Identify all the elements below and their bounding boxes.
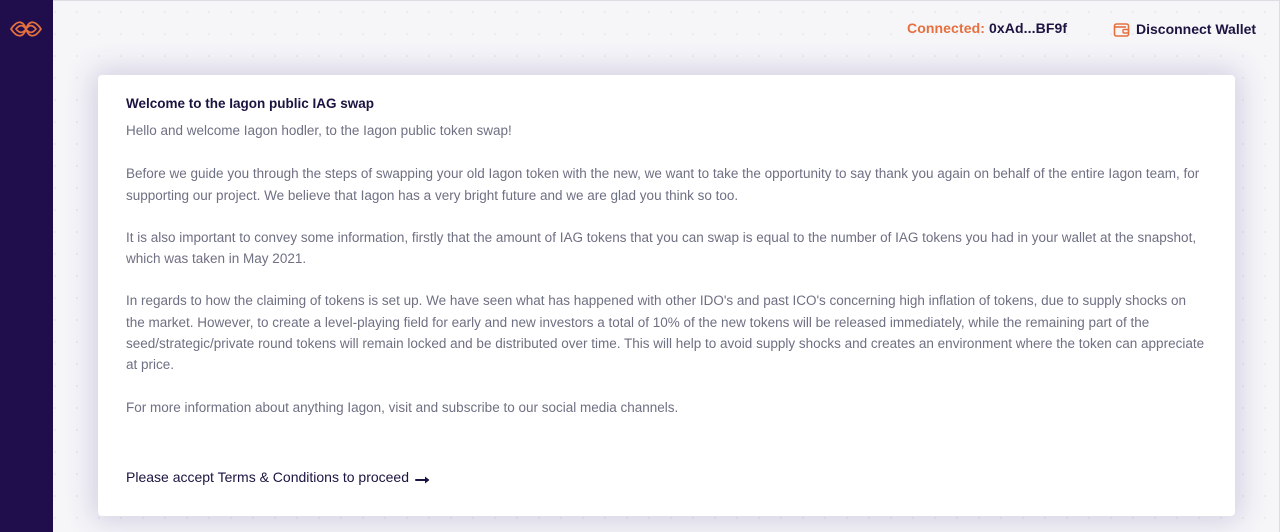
disconnect-wallet-button[interactable]: Disconnect Wallet bbox=[1113, 18, 1256, 40]
iagon-logo-icon[interactable] bbox=[9, 18, 43, 40]
accept-terms-link[interactable]: Please accept Terms & Conditions to proc… bbox=[126, 469, 431, 485]
paragraph-snapshot: It is also important to convey some info… bbox=[126, 229, 1197, 267]
welcome-card: Welcome to the Iagon public IAG swap Hel… bbox=[98, 75, 1235, 516]
paragraph-social: For more information about anything Iago… bbox=[126, 399, 679, 415]
wallet-address: 0xAd...BF9f bbox=[989, 20, 1068, 36]
paragraph-greeting: Hello and welcome Iagon hodler, to the I… bbox=[126, 123, 512, 138]
paragraph-thanks: Before we guide you through the steps of… bbox=[126, 166, 1200, 203]
sidebar bbox=[0, 0, 53, 532]
disconnect-wallet-label: Disconnect Wallet bbox=[1136, 21, 1257, 37]
wallet-status: Connected: 0xAd...BF9f bbox=[907, 20, 1067, 36]
card-title: Welcome to the Iagon public IAG swap bbox=[126, 96, 375, 111]
accept-terms-label: Please accept Terms & Conditions to proc… bbox=[126, 469, 410, 485]
connected-label: Connected: bbox=[907, 20, 985, 36]
wallet-icon bbox=[1113, 21, 1130, 38]
arrow-right-icon bbox=[415, 472, 431, 484]
paragraph-claiming: In regards to how the claiming of tokens… bbox=[126, 293, 1205, 373]
